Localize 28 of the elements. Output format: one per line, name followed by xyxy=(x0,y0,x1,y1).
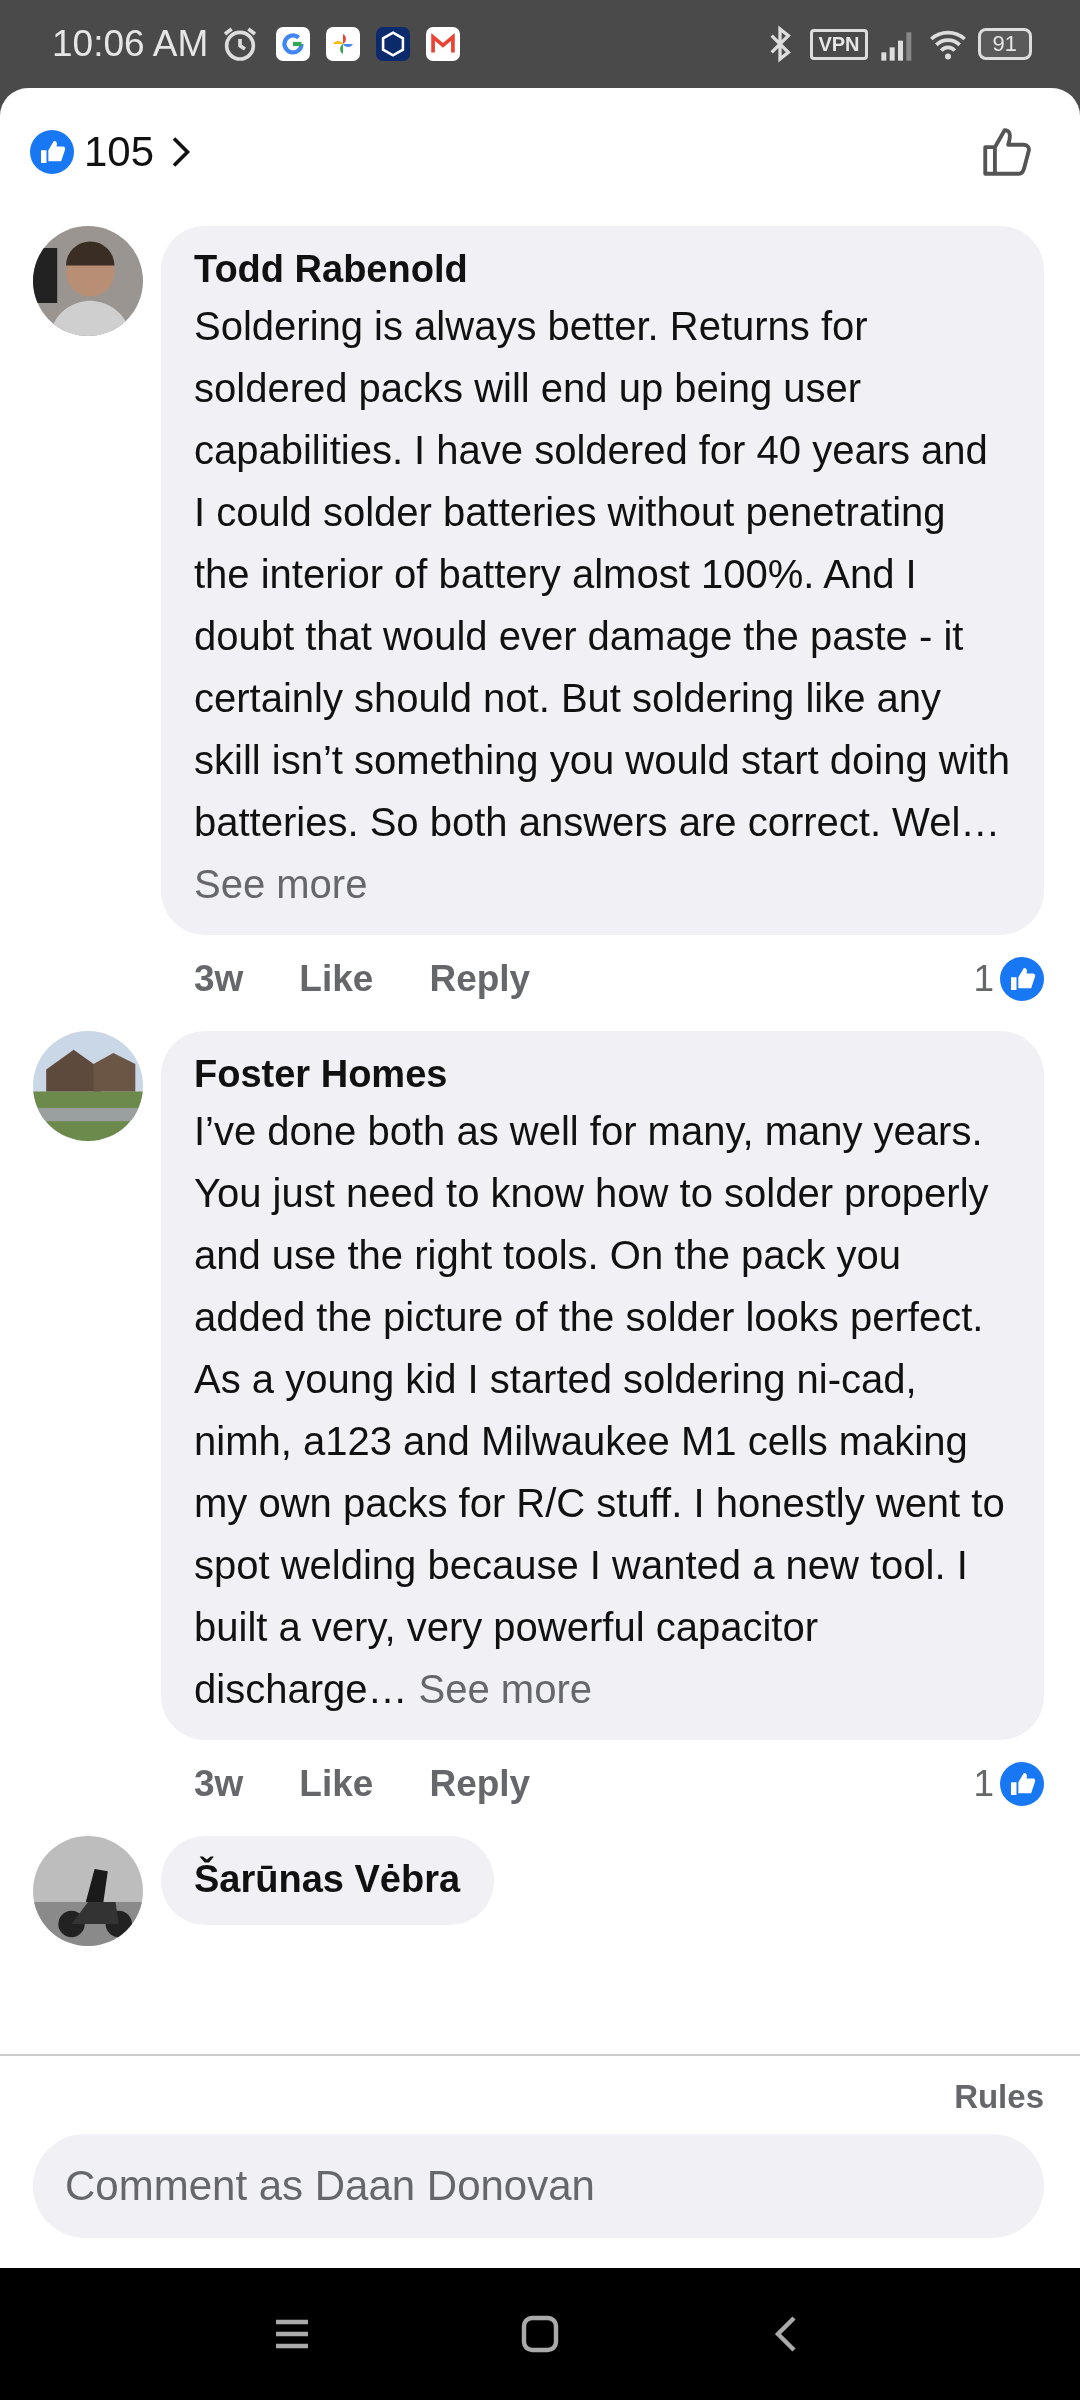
see-more-link[interactable]: See more xyxy=(418,1667,592,1711)
hexagon-app-icon xyxy=(376,27,411,61)
like-reaction-icon xyxy=(1000,957,1044,1001)
comment-author[interactable]: Šarūnas Vėbra xyxy=(194,1858,461,1901)
comment-time: 3w xyxy=(194,958,244,1000)
comment-author[interactable]: Foster Homes xyxy=(194,1053,1010,1096)
like-reaction-icon xyxy=(30,130,74,174)
pinwheel-icon xyxy=(326,27,361,61)
like-link[interactable]: Like xyxy=(299,958,374,1000)
status-time: 10:06 AM xyxy=(52,23,209,65)
comment-time: 3w xyxy=(194,1763,244,1805)
reaction-count: 1 xyxy=(973,958,994,1000)
vpn-indicator: VPN xyxy=(810,28,868,60)
reply-link[interactable]: Reply xyxy=(429,1763,531,1805)
see-more-link[interactable]: See more xyxy=(194,862,368,906)
like-reaction-icon xyxy=(1000,1762,1044,1806)
comment-author[interactable]: Todd Rabenold xyxy=(194,248,1010,291)
comment-text: I’ve done both as well for many, many years. You just need to know how to solder properly and use the right tools. On the pack you added the picture of the solder looks perfect. As a young kid I started soldering ni-cad, nimh, a123 and Milwaukee M1 cells making my own packs for R/C stuff. I honestly went to spot welding because I wanted a new tool. I built a very, very powerful capacitor discharge… See more xyxy=(194,1108,1006,1713)
reply-link[interactable]: Reply xyxy=(429,958,531,1000)
rules-link[interactable]: Rules xyxy=(954,2078,1044,2116)
reaction-count[interactable]: 105 xyxy=(84,128,155,176)
battery-indicator: 91 xyxy=(977,28,1032,60)
like-link[interactable]: Like xyxy=(299,1763,374,1805)
comment-field[interactable]: Comment as Daan Donovan xyxy=(33,2134,1044,2238)
comment-text: Soldering is always better. Returns for soldered packs will end up being user capabilities. I have soldered for 40 years and I could solder batteries without penetrating the interior of battery almost 100%. And I doubt that would ever damage the paste - it certainly should not. But soldering like any skill isn’t something you would start doing with batteries. So both answers are correct. Wel… See more xyxy=(194,303,1010,908)
reaction-count: 1 xyxy=(973,1763,994,1805)
app-icon xyxy=(276,27,311,61)
mail-icon xyxy=(426,27,461,61)
